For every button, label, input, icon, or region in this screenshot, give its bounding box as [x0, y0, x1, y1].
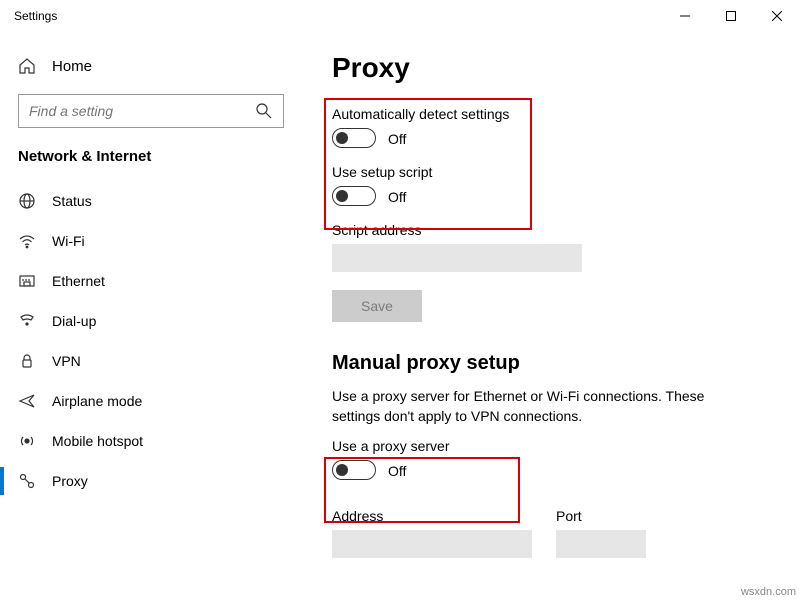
script-address-label: Script address — [332, 222, 774, 238]
sidebar: Home Network & Internet Status Wi-Fi — [0, 32, 302, 602]
page-title: Proxy — [332, 52, 774, 84]
search-icon — [255, 102, 273, 120]
category-header: Network & Internet — [0, 148, 302, 181]
manual-description: Use a proxy server for Ethernet or Wi-Fi… — [332, 387, 752, 426]
auto-detect-toggle[interactable] — [332, 128, 376, 148]
sidebar-item-vpn[interactable]: VPN — [0, 341, 302, 381]
sidebar-item-hotspot[interactable]: Mobile hotspot — [0, 421, 302, 461]
setup-script-label: Use setup script — [332, 164, 774, 180]
sidebar-item-label: Proxy — [52, 473, 88, 489]
sidebar-item-proxy[interactable]: Proxy — [0, 461, 302, 501]
sidebar-item-label: Mobile hotspot — [52, 433, 143, 449]
setup-script-state: Off — [388, 188, 406, 205]
sidebar-item-status[interactable]: Status — [0, 181, 302, 221]
setup-script-toggle[interactable] — [332, 186, 376, 206]
titlebar: Settings — [0, 0, 800, 32]
search-box[interactable] — [18, 94, 284, 128]
port-input — [556, 530, 646, 558]
use-proxy-state: Off — [388, 462, 406, 479]
sidebar-home[interactable]: Home — [0, 46, 302, 86]
hotspot-icon — [18, 432, 36, 450]
address-label: Address — [332, 508, 532, 524]
minimize-button[interactable] — [662, 0, 708, 32]
sidebar-item-ethernet[interactable]: Ethernet — [0, 261, 302, 301]
sidebar-item-label: Wi-Fi — [52, 233, 85, 249]
vpn-icon — [18, 352, 36, 370]
home-label: Home — [52, 58, 92, 75]
dialup-icon — [18, 312, 36, 330]
auto-detect-label: Automatically detect settings — [332, 106, 774, 122]
sidebar-item-label: Airplane mode — [52, 393, 142, 409]
sidebar-item-airplane[interactable]: Airplane mode — [0, 381, 302, 421]
main-content: Proxy Automatically detect settings Off … — [302, 32, 800, 602]
airplane-icon — [18, 392, 36, 410]
save-button: Save — [332, 290, 422, 322]
wifi-icon — [18, 232, 36, 250]
globe-icon — [18, 192, 36, 210]
address-input — [332, 530, 532, 558]
script-address-input — [332, 244, 582, 272]
use-proxy-toggle[interactable] — [332, 460, 376, 480]
use-proxy-label: Use a proxy server — [332, 438, 774, 454]
sidebar-item-wifi[interactable]: Wi-Fi — [0, 221, 302, 261]
port-label: Port — [556, 508, 646, 524]
search-input[interactable] — [29, 103, 245, 119]
window-title: Settings — [14, 9, 57, 23]
watermark: wsxdn.com — [741, 586, 796, 598]
ethernet-icon — [18, 272, 36, 290]
proxy-icon — [18, 472, 36, 490]
maximize-button[interactable] — [708, 0, 754, 32]
auto-detect-state: Off — [388, 130, 406, 147]
sidebar-item-label: Dial-up — [52, 313, 96, 329]
home-icon — [18, 57, 36, 75]
close-button[interactable] — [754, 0, 800, 32]
sidebar-item-dialup[interactable]: Dial-up — [0, 301, 302, 341]
manual-heading: Manual proxy setup — [332, 352, 774, 375]
sidebar-item-label: Status — [52, 193, 92, 209]
sidebar-item-label: Ethernet — [52, 273, 105, 289]
window-controls — [662, 0, 800, 32]
sidebar-item-label: VPN — [52, 353, 81, 369]
